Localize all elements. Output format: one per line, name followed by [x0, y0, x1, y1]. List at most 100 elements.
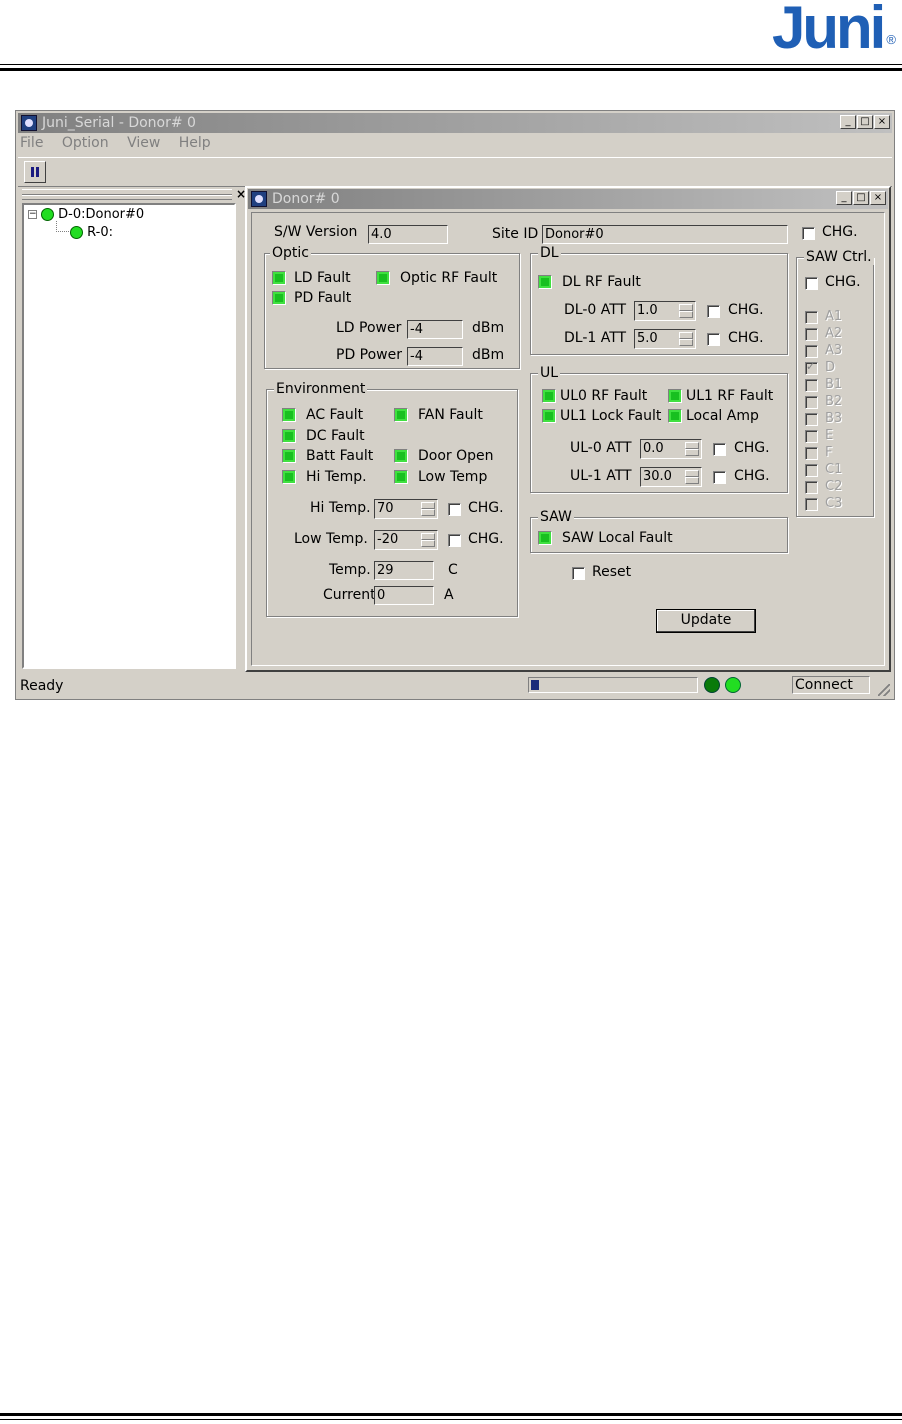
- low-temp-chg-checkbox[interactable]: [448, 534, 461, 547]
- temp-unit: C: [448, 562, 458, 578]
- donor-minimize-button[interactable]: _: [836, 191, 852, 205]
- saw-ctrl-checkbox-a2[interactable]: [805, 328, 818, 341]
- saw-ctrl-checkbox-c1[interactable]: [805, 464, 818, 477]
- close-button[interactable]: ×: [874, 115, 890, 129]
- current-unit: A: [444, 587, 454, 603]
- update-button[interactable]: Update: [656, 609, 756, 633]
- dl0-att-spinner[interactable]: 1.0: [634, 301, 696, 321]
- hi-temp-chg-label: CHG.: [468, 500, 504, 516]
- saw-ctrl-checkbox-b3[interactable]: [805, 413, 818, 426]
- site-id-field[interactable]: Donor#0: [542, 225, 788, 244]
- pd-fault-label: PD Fault: [294, 290, 352, 306]
- menu-view[interactable]: View: [127, 135, 160, 151]
- header-rule-thick: [0, 68, 902, 71]
- ul1-rf-fault-label: UL1 RF Fault: [686, 388, 774, 404]
- door-open-led-icon: [394, 449, 408, 463]
- batt-fault-led-icon: [282, 449, 296, 463]
- saw-ctrl-checkbox-a1[interactable]: [805, 311, 818, 324]
- spin-arrows-icon[interactable]: [419, 501, 436, 517]
- ul0-att-spinner[interactable]: 0.0: [640, 439, 702, 459]
- status-led-icon: [41, 208, 54, 221]
- ld-power-field: -4: [407, 320, 463, 339]
- saw-ctrl-checkbox-b1[interactable]: [805, 379, 818, 392]
- ul1-rf-fault-led-icon: [668, 389, 682, 403]
- dl1-att-value: 5.0: [637, 331, 658, 346]
- dl0-att-chg-label: CHG.: [728, 302, 764, 318]
- dc-fault-led-icon: [282, 429, 296, 443]
- saw-ctrl-label-f: F: [825, 445, 833, 460]
- tree-item-remote[interactable]: R-0:: [70, 225, 113, 240]
- low-temp-led-icon: [394, 470, 408, 484]
- tree-item-label: D-0:Donor#0: [58, 207, 145, 222]
- maximize-button[interactable]: □: [857, 115, 873, 129]
- connection-led-icon: [725, 677, 741, 693]
- donor-titlebar[interactable]: Donor# 0 _ □ ×: [248, 189, 888, 209]
- spin-arrows-icon[interactable]: [677, 331, 694, 347]
- donor-close-button[interactable]: ×: [870, 191, 886, 205]
- reset-label: Reset: [592, 564, 632, 580]
- menu-bar: File Option View Help: [20, 135, 225, 155]
- saw-ctrl-label-b2: B2: [825, 394, 843, 409]
- hi-temp-chg-checkbox[interactable]: [448, 503, 461, 516]
- ld-fault-label: LD Fault: [294, 270, 351, 286]
- dl1-att-spinner[interactable]: 5.0: [634, 329, 696, 349]
- toolbar: [18, 157, 892, 187]
- saw-ctrl-label-e: E: [825, 428, 834, 443]
- low-temp-alarm-label: Low Temp: [418, 469, 488, 485]
- saw-ctrl-checkbox-d[interactable]: [805, 360, 818, 375]
- ul1-att-spinner[interactable]: 30.0: [640, 467, 702, 487]
- saw-ctrl-label-b1: B1: [825, 377, 843, 392]
- ul1-att-chg-checkbox[interactable]: [713, 471, 726, 484]
- ul0-rf-fault-label: UL0 RF Fault: [560, 388, 648, 404]
- saw-ctrl-checkbox-f[interactable]: [805, 447, 818, 460]
- header-rule-thin: [0, 64, 902, 65]
- dl0-att-chg-checkbox[interactable]: [707, 305, 720, 318]
- spin-arrows-icon[interactable]: [677, 303, 694, 319]
- hi-temp-value: 70: [377, 501, 394, 516]
- juni-logo: Juni ®: [772, 0, 896, 61]
- spin-arrows-icon[interactable]: [683, 441, 700, 457]
- minimize-button[interactable]: _: [840, 115, 856, 129]
- reset-checkbox[interactable]: [572, 567, 585, 580]
- saw-ctrl-checkbox-b2[interactable]: [805, 396, 818, 409]
- saw-ctrl-chg-label: CHG.: [825, 274, 861, 290]
- ul0-att-chg-checkbox[interactable]: [713, 443, 726, 456]
- saw-ctrl-label-c1: C1: [825, 462, 843, 477]
- spin-arrows-icon[interactable]: [683, 469, 700, 485]
- saw-ctrl-checkbox-c2[interactable]: [805, 481, 818, 494]
- progress-fill: [531, 680, 539, 690]
- saw-ctrl-group-title: SAW Ctrl.: [804, 249, 874, 265]
- ul0-att-value: 0.0: [643, 441, 664, 456]
- saw-ctrl-chg-checkbox[interactable]: [805, 277, 818, 290]
- spin-arrows-icon[interactable]: [419, 532, 436, 548]
- menu-file[interactable]: File: [20, 135, 43, 151]
- hi-temp-spinner[interactable]: 70: [374, 499, 438, 519]
- low-temp-value: -20: [377, 532, 399, 547]
- ul0-rf-fault-led-icon: [542, 389, 556, 403]
- low-temp-spinner[interactable]: -20: [374, 530, 438, 550]
- pd-power-unit: dBm: [472, 347, 505, 363]
- low-temp-label: Low Temp.: [294, 531, 368, 547]
- menu-option[interactable]: Option: [62, 135, 109, 151]
- dl-rf-fault-led-icon: [538, 275, 552, 289]
- donor-maximize-button[interactable]: □: [853, 191, 869, 205]
- saw-ctrl-checkbox-c3[interactable]: [805, 498, 818, 511]
- ul1-att-label: UL-1 ATT: [570, 468, 632, 484]
- dl1-att-chg-checkbox[interactable]: [707, 333, 720, 346]
- optic-group-title: Optic: [270, 245, 311, 261]
- resize-grip-icon[interactable]: [878, 684, 890, 696]
- connect-status: Connect: [792, 676, 870, 694]
- tree-connector: [56, 221, 69, 232]
- app-title: Juni_Serial - Donor# 0: [42, 115, 196, 131]
- saw-ctrl-checkbox-e[interactable]: [805, 430, 818, 443]
- app-titlebar[interactable]: Juni_Serial - Donor# 0 _ □ ×: [18, 113, 892, 133]
- saw-ctrl-label-c2: C2: [825, 479, 843, 494]
- tree-item-donor[interactable]: − D-0:Donor#0: [28, 207, 144, 222]
- saw-ctrl-checkbox-a3[interactable]: [805, 345, 818, 358]
- app-window: Juni_Serial - Donor# 0 _ □ × File Option V…: [15, 110, 895, 700]
- pause-button[interactable]: [24, 161, 46, 183]
- menu-help[interactable]: Help: [179, 135, 211, 151]
- site-id-chg-checkbox[interactable]: [802, 227, 815, 240]
- collapse-icon[interactable]: −: [28, 210, 37, 219]
- donor-title: Donor# 0: [272, 191, 340, 207]
